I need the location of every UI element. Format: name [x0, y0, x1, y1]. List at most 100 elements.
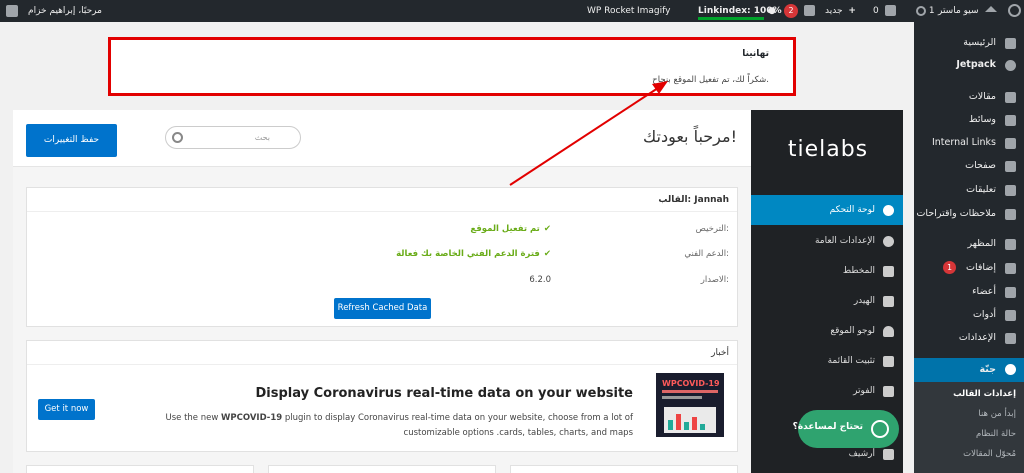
- news-header: أخبار: [27, 341, 737, 365]
- save-button[interactable]: حفظ التغييرات: [26, 124, 117, 157]
- new-label: جديد: [825, 6, 843, 16]
- theme-options-panel: tielabs لوحة التحكم الإعدادات العامة الم…: [13, 110, 903, 473]
- admin-bar: سيو ماستر 1 0 جديد + 2 Linkindex: 100% ●…: [0, 0, 1024, 22]
- settings-icon: [1005, 333, 1016, 344]
- linkindex-progress-bar: [698, 17, 764, 20]
- tie-nav-layout[interactable]: المخطط: [751, 256, 903, 286]
- check-icon: ✔: [543, 249, 551, 259]
- yoast-badge: 2: [784, 3, 798, 18]
- archive-icon: [883, 449, 894, 460]
- wp-logo-icon[interactable]: [1008, 0, 1021, 22]
- menu-item-users[interactable]: أعضاء: [914, 281, 1024, 303]
- site-name-link[interactable]: سيو ماستر: [938, 0, 979, 22]
- tie-nav-dashboard[interactable]: لوحة التحكم: [751, 195, 903, 225]
- tielabs-logo: tielabs: [788, 137, 867, 162]
- yoast-icon: [803, 5, 815, 16]
- search-input[interactable]: بحث: [165, 126, 301, 149]
- header-icon: [883, 296, 894, 307]
- menu-icon: [883, 356, 894, 367]
- plugins-icon: [1005, 263, 1016, 274]
- panel-toolbar: حفظ التغييرات بحث مرحباً بعودتك!: [13, 110, 751, 167]
- updates-icon: [916, 5, 926, 16]
- theme-info-box: القالب: Jannah الترخيص: تم تفعيل الموقع ✔…: [26, 187, 738, 327]
- drop-icon[interactable]: ●: [768, 0, 776, 22]
- submenu-system-status[interactable]: حالة النظام: [976, 429, 1016, 439]
- footer-icon: [883, 386, 894, 397]
- search-placeholder: بحث: [254, 133, 270, 142]
- menu-item-pages[interactable]: صفحات: [914, 155, 1024, 177]
- jetpack-icon: [1005, 60, 1016, 71]
- feedback-icon: [1005, 209, 1016, 220]
- dashboard-card: [510, 465, 738, 473]
- plugins-badge: 1: [943, 261, 956, 274]
- tie-nav-footer[interactable]: الفوتر: [751, 376, 903, 406]
- news-headline: Display Coronavirus real-time data on yo…: [255, 386, 634, 401]
- search-icon: [172, 132, 183, 143]
- refresh-cached-data-button[interactable]: Refresh Cached Data: [334, 298, 431, 319]
- menu-item-jetpack[interactable]: Jetpack: [914, 54, 1024, 76]
- menu-item-internal-links[interactable]: Internal Links: [914, 132, 1024, 154]
- menu-item-dashboard[interactable]: الرئيسية: [914, 32, 1024, 54]
- plus-icon: +: [848, 6, 856, 16]
- panel-main: حفظ التغييرات بحث مرحباً بعودتك! القالب:…: [13, 110, 751, 473]
- menu-item-posts[interactable]: مقالات: [914, 86, 1024, 108]
- media-icon: [1005, 115, 1016, 126]
- submenu-theme-settings[interactable]: إعدادات القالب: [953, 389, 1016, 399]
- updates-count: 1: [928, 6, 935, 16]
- yoast-link[interactable]: 2: [784, 0, 815, 22]
- tools-icon: [1005, 310, 1016, 321]
- pages-icon: [1005, 161, 1016, 172]
- wpcovid-image[interactable]: WPCOVID-19: [656, 373, 724, 437]
- tie-nav-general[interactable]: الإعدادات العامة: [751, 226, 903, 256]
- news-body: Use the new WPCOVID-19 plugin to display…: [165, 413, 634, 438]
- comments-count: 0: [873, 6, 879, 16]
- menu-item-settings[interactable]: الإعدادات: [914, 327, 1024, 349]
- info-icon: [1005, 364, 1016, 375]
- new-content-link[interactable]: جديد +: [825, 0, 856, 22]
- version-row: الاصدار: 6.2.0: [27, 270, 739, 290]
- license-value: تم تفعيل الموقع ✔: [470, 224, 551, 234]
- menu-item-tools[interactable]: أدوات: [914, 304, 1024, 326]
- tie-nav-sticky-menu[interactable]: تثبيت القائمة: [751, 346, 903, 376]
- home-icon[interactable]: [985, 0, 997, 22]
- comment-icon: [884, 5, 896, 16]
- menu-item-jannah[interactable]: جنّة: [908, 358, 1024, 382]
- tie-nav-header[interactable]: الهيدر: [751, 286, 903, 316]
- wp-rocket-link[interactable]: WP Rocket: [587, 0, 634, 22]
- dashboard-preview: [664, 407, 716, 433]
- chat-bubble-icon: [871, 420, 889, 438]
- help-chat-button[interactable]: تحتاج لمساعدة؟: [793, 410, 899, 448]
- pin-icon: [1005, 92, 1016, 103]
- version-label: الاصدار:: [700, 275, 729, 285]
- dashboard-card: [268, 465, 496, 473]
- theme-info-title: القالب: Jannah: [658, 195, 729, 205]
- bulb-icon: [883, 326, 894, 337]
- news-title: أخبار: [711, 348, 729, 358]
- get-it-now-button[interactable]: Get it now: [38, 399, 95, 420]
- notice-title: تهانينا: [742, 49, 769, 59]
- support-row: الدعم الفني: فترة الدعم الفني الخاصة بك …: [27, 244, 739, 264]
- comments-link[interactable]: 0: [873, 0, 896, 22]
- account-link[interactable]: مرحبًا، إبراهيم خزام: [28, 0, 102, 22]
- imagify-link[interactable]: Imagify: [637, 0, 671, 22]
- support-value: فترة الدعم الفني الخاصة بك فعالة ✔: [396, 249, 551, 259]
- menu-item-appearance[interactable]: المظهر: [914, 233, 1024, 255]
- news-box: أخبار WPCOVID-19 Display Coronavirus rea…: [26, 340, 738, 452]
- jannah-submenu: إعدادات القالب إبدأ من هنا حالة النظام م…: [914, 382, 1024, 473]
- menu-item-feedback[interactable]: ملاحظات واقتراحات: [914, 203, 1024, 225]
- tie-nav-logo[interactable]: لوجو الموقع: [751, 316, 903, 346]
- support-label: الدعم الفني:: [684, 249, 729, 259]
- updates-link[interactable]: 1: [916, 0, 935, 22]
- menu-item-comments[interactable]: تعليقات: [914, 179, 1024, 201]
- check-icon: ✔: [543, 224, 551, 234]
- submenu-start-here[interactable]: إبدأ من هنا: [978, 409, 1016, 419]
- menu-item-plugins[interactable]: إضافات 1: [914, 257, 1024, 279]
- license-label: الترخيص:: [695, 224, 729, 234]
- layout-icon: [883, 266, 894, 277]
- comments-icon: [1005, 185, 1016, 196]
- admin-menu: الرئيسية Jetpack مقالات وسائط Internal L…: [908, 22, 1024, 473]
- dashboard-icon: [883, 205, 894, 216]
- avatar[interactable]: [6, 0, 18, 22]
- menu-item-media[interactable]: وسائط: [914, 109, 1024, 131]
- submenu-post-converter[interactable]: مُحوّل المقالات: [963, 449, 1016, 459]
